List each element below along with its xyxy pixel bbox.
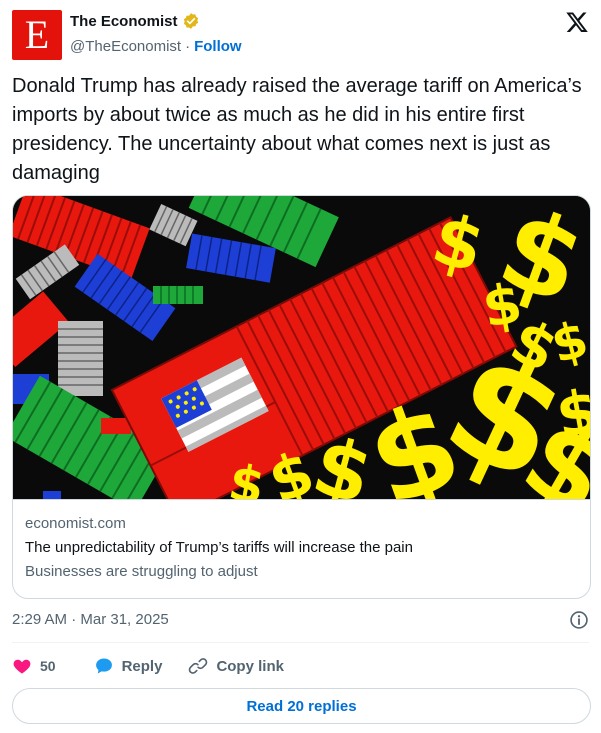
heart-icon [13,659,31,674]
account-handle[interactable]: @TheEconomist [70,38,181,55]
copy-link-label: Copy link [216,657,284,675]
link-preview-card[interactable]: $ $ $ $ $ $ $ $ $ $ $ $ economist.com Th… [12,195,591,599]
avatar-letter: E [24,12,50,57]
reply-label: Reply [121,657,163,675]
card-domain: economist.com [25,515,126,532]
tweet-actions: 50 Reply Copy link [12,652,284,680]
handle-separator: · [185,38,191,55]
like-count: 50 [40,658,56,674]
copy-link-button[interactable]: Copy link [188,656,284,676]
read-replies-button[interactable]: Read 20 replies [12,688,591,724]
link-icon [189,658,208,674]
card-image[interactable]: $ $ $ $ $ $ $ $ $ $ $ $ [13,196,590,499]
tweet-timestamp[interactable]: 2:29 AM · Mar 31, 2025 [12,611,169,628]
reply-button[interactable]: Reply [94,656,163,676]
tweet-header: E The Economist @TheEconomist · Follow [12,10,589,60]
card-illustration: $ $ $ $ $ $ $ $ $ $ $ $ [13,196,590,499]
account-name-row: The Economist [70,12,200,30]
reply-bubble-icon [95,658,112,674]
info-icon[interactable] [569,610,589,630]
verified-badge-icon [183,13,198,29]
divider [12,642,589,643]
account-avatar[interactable]: E [12,10,62,60]
tweet-text: Donald Trump has already raised the aver… [12,75,582,184]
x-logo-icon[interactable] [565,10,589,34]
account-handle-row: @TheEconomist · Follow [70,38,242,55]
card-meta[interactable]: economist.com The unpredictability of Tr… [13,499,590,598]
like-button[interactable]: 50 [12,656,56,676]
account-name[interactable]: The Economist [70,13,178,30]
card-title: The unpredictability of Trump’s tariffs … [25,539,413,556]
card-description: Businesses are struggling to adjust [25,563,258,580]
follow-button[interactable]: Follow [194,38,242,55]
